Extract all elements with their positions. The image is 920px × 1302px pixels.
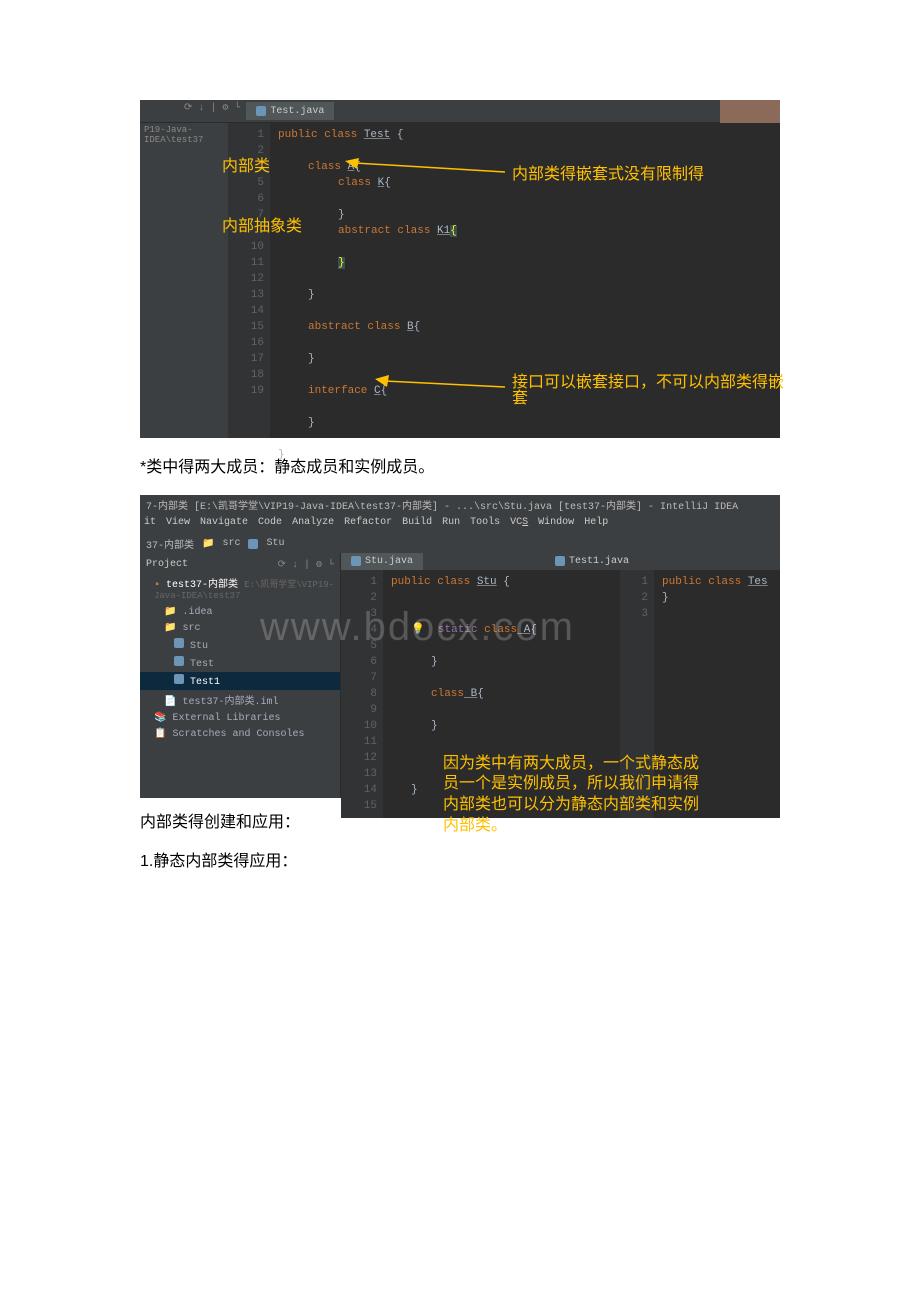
annotation-nesting-unlimited: 内部类得嵌套式没有限制得: [512, 167, 704, 183]
file-icon: [351, 556, 361, 566]
editor-tab[interactable]: Test.java: [270, 106, 324, 117]
tree-item-iml[interactable]: 📄 test37-内部类.iml: [140, 690, 340, 710]
tree-root[interactable]: ▪ test37-内部类 E:\凯哥学堂\VIP19-Java-IDEA\tes…: [140, 573, 340, 604]
tree-item-test1[interactable]: Test1: [140, 672, 340, 690]
paragraph-static-usage: 1.静态内部类得应用：: [140, 849, 780, 875]
toolbar-icons[interactable]: ⟳ ↓ | ⚙ └: [278, 559, 334, 571]
file-icon: [248, 539, 258, 549]
code-editor-left[interactable]: public class Stu { 💡 static class A{ } c…: [383, 570, 619, 818]
ide-screenshot-2: 7-内部类 [E:\凯哥学堂\VIP19-Java-IDEA\test37-内部…: [140, 495, 780, 790]
menu-bar[interactable]: it View Navigate Code Analyze Refactor B…: [140, 515, 780, 535]
folder-icon: 📁: [202, 538, 214, 550]
tree-item-scratches[interactable]: 📋 Scratches and Consoles: [140, 726, 340, 742]
tree-item-src[interactable]: 📁 src: [140, 620, 340, 636]
toolbar-icons: ⟳ ↓ | ⚙ └: [184, 102, 240, 120]
tree-item-idea[interactable]: 📁 .idea: [140, 604, 340, 620]
window-title: 7-内部类 [E:\凯哥学堂\VIP19-Java-IDEA\test37-内部…: [140, 495, 780, 515]
annotation-abstract-class: 内部抽象类: [222, 219, 302, 235]
ide-screenshot-1: ⟳ ↓ | ⚙ └ Test.java P19-Java-IDEA\test37…: [140, 100, 780, 435]
annotation-static-instance: 因为类中有两大成员，一个式静态成员一个是实例成员，所以我们申请得内部类也可以分为…: [443, 754, 713, 837]
lightbulb-icon[interactable]: 💡: [411, 624, 425, 636]
annotation-interface-nesting: 接口可以嵌套接口，不可以内部类得嵌套: [512, 375, 792, 407]
editor-tab-test1[interactable]: Test1.java: [569, 556, 629, 567]
project-tree[interactable]: Project ⟳ ↓ | ⚙ └ ▪ test37-内部类 E:\凯哥学堂\V…: [140, 553, 341, 798]
line-gutter-left: 123456789101112131415: [341, 570, 383, 818]
breadcrumb-bar[interactable]: 37-内部类 📁 src Stu: [140, 535, 780, 553]
breadcrumb-path: P19-Java-IDEA\test37: [140, 123, 228, 438]
tree-item-stu[interactable]: Stu: [140, 636, 340, 654]
project-label[interactable]: Project: [146, 559, 188, 571]
file-icon: [555, 556, 565, 566]
code-editor[interactable]: public class Test { class A{ class K{ } …: [270, 123, 780, 438]
file-icon: [256, 106, 266, 116]
editor-tab-stu[interactable]: Stu.java: [365, 556, 413, 567]
tree-item-external[interactable]: 📚 External Libraries: [140, 710, 340, 726]
tree-item-test[interactable]: Test: [140, 654, 340, 672]
annotation-inner-class: 内部类: [222, 159, 270, 175]
